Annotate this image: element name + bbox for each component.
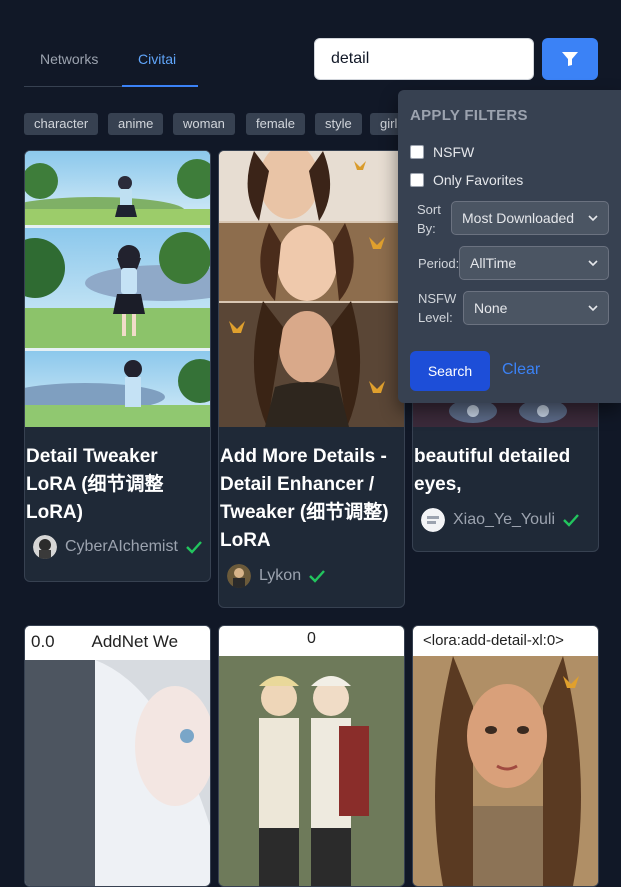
nsfw-level-select[interactable]: None (463, 291, 609, 325)
creator-name[interactable]: Lykon (259, 567, 301, 585)
card-thumbnail: 0.0 AddNet We (25, 626, 210, 886)
creator-info[interactable]: Xiao_Ye_Youli (421, 507, 579, 533)
sort-label: Sort By: (417, 202, 441, 236)
favorites-label: Only Favorites (433, 172, 524, 188)
avatar (421, 508, 445, 532)
nsfw-label: NSFW (433, 144, 475, 160)
model-card[interactable]: 0.0 AddNet We (24, 625, 211, 887)
thumbnail-caption: 0.0 AddNet We (31, 632, 179, 651)
verified-check-icon (186, 541, 202, 554)
model-card[interactable]: Detail Tweaker LoRA (细节调整LoRA) CyberAIch… (24, 150, 211, 582)
nsfw-checkbox[interactable] (410, 145, 424, 159)
model-card[interactable]: Add More Details - Detail Enhancer / Twe… (218, 150, 405, 608)
thumbnail-caption: 0 (307, 630, 316, 647)
nsfw-level-value: None (474, 300, 508, 316)
model-card[interactable]: <lora:add-detail-xl:0> (412, 625, 599, 887)
card-thumbnail: 0 (219, 626, 404, 886)
tag-anime[interactable]: anime (108, 113, 164, 135)
clear-button[interactable]: Clear (502, 361, 540, 379)
tag-female[interactable]: female (246, 113, 306, 135)
avatar (33, 535, 57, 559)
favorites-checkbox-row[interactable]: Only Favorites (410, 172, 523, 188)
model-card[interactable]: 0 (218, 625, 405, 887)
tab-civitai[interactable]: Civitai (138, 51, 176, 67)
card-title[interactable]: Add More Details - Detail Enhancer / Twe… (220, 443, 398, 555)
creator-info[interactable]: CyberAIchemist (33, 534, 202, 560)
verified-check-icon (563, 514, 579, 527)
filter-button[interactable] (542, 38, 598, 80)
tab-networks[interactable]: Networks (40, 51, 98, 67)
search-button[interactable]: Search (410, 351, 490, 391)
active-tab-indicator (122, 85, 198, 87)
card-title[interactable]: beautiful detailed eyes, (414, 443, 592, 499)
thumbnail-caption: <lora:add-detail-xl:0> (423, 632, 564, 649)
chevron-down-icon (588, 259, 598, 266)
search-input[interactable] (314, 38, 534, 80)
filter-panel-title: APPLY FILTERS (410, 107, 528, 124)
creator-info[interactable]: Lykon (227, 563, 326, 589)
nsfw-checkbox-row[interactable]: NSFW (410, 144, 474, 160)
period-select[interactable]: AllTime (459, 246, 609, 280)
tag-character[interactable]: character (24, 113, 99, 135)
chevron-down-icon (588, 304, 598, 311)
creator-name[interactable]: Xiao_Ye_Youli (453, 511, 555, 529)
avatar (227, 564, 251, 588)
card-thumbnail (25, 151, 210, 427)
card-title[interactable]: Detail Tweaker LoRA (细节调整LoRA) (26, 443, 204, 527)
period-value: AllTime (470, 255, 517, 271)
sort-value: Most Downloaded (462, 210, 575, 226)
tab-bar: Networks Civitai (24, 38, 198, 87)
filter-panel: APPLY FILTERS NSFW Only Favorites Sort B… (398, 90, 621, 403)
period-label: Period: (418, 256, 460, 271)
verified-check-icon (309, 570, 326, 583)
filter-icon (562, 52, 578, 66)
nsfw-level-label: NSFW Level: (418, 291, 457, 325)
creator-name[interactable]: CyberAIchemist (65, 538, 178, 556)
sort-select[interactable]: Most Downloaded (451, 201, 609, 235)
card-thumbnail (219, 151, 404, 427)
tag-style[interactable]: style (315, 113, 362, 135)
chevron-down-icon (588, 214, 598, 221)
favorites-checkbox[interactable] (410, 173, 424, 187)
tag-woman[interactable]: woman (173, 113, 235, 135)
card-thumbnail: <lora:add-detail-xl:0> (413, 626, 598, 886)
